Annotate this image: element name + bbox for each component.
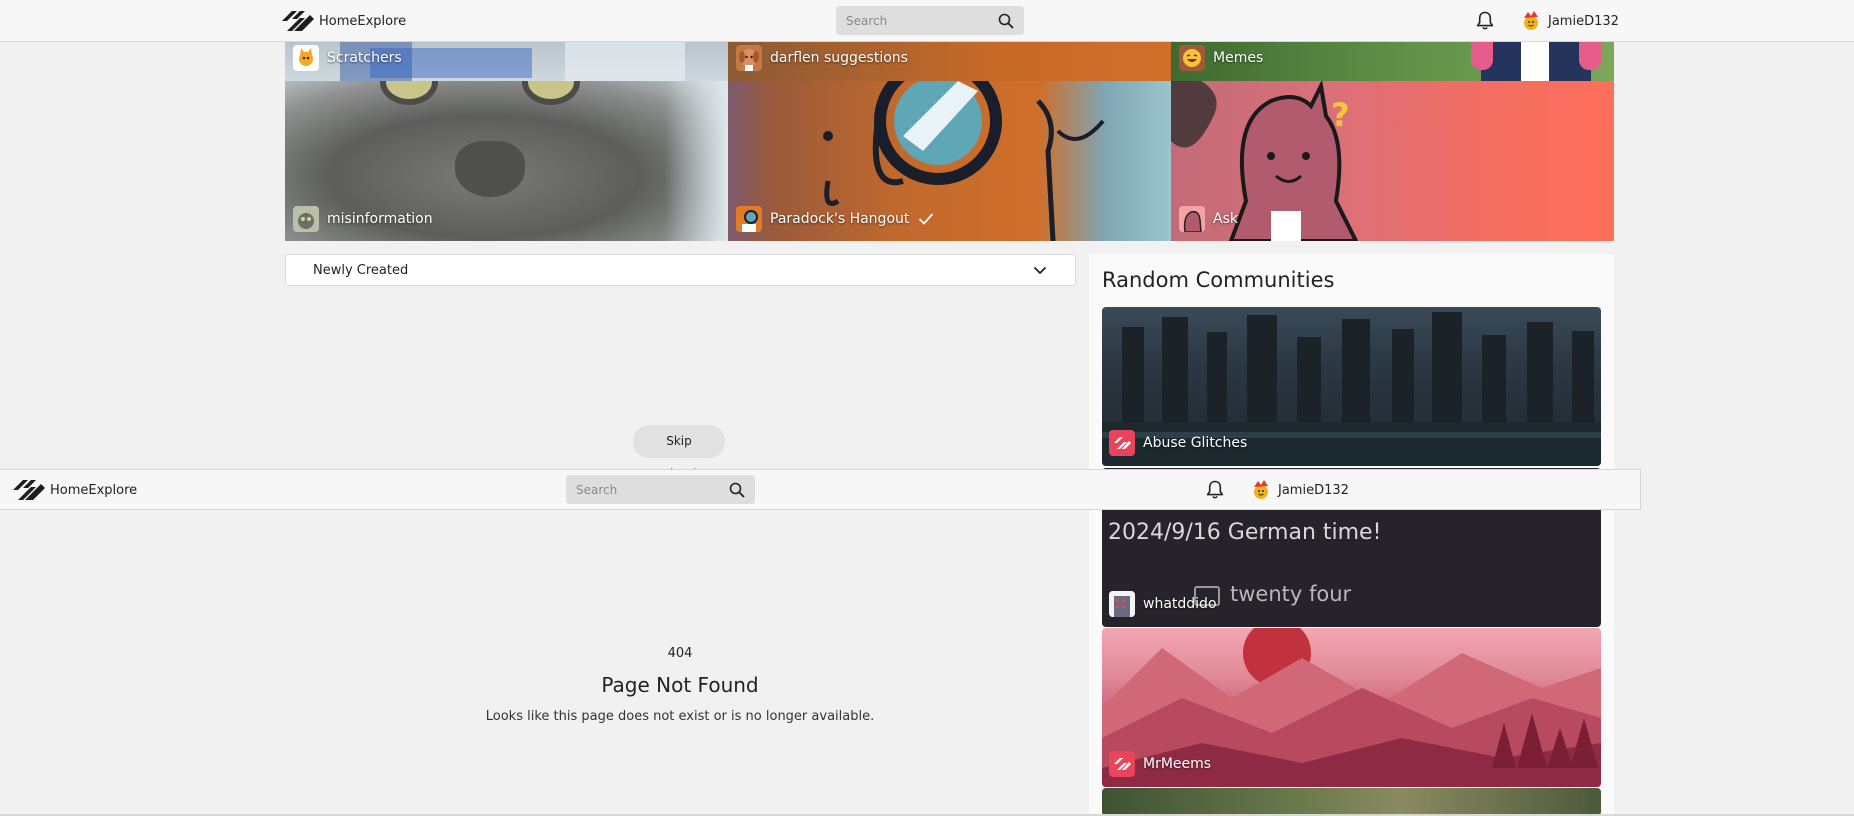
community-name: MrMeems	[1143, 756, 1212, 772]
chevron-down-icon	[1033, 266, 1047, 274]
pink-creature-icon	[1179, 206, 1205, 232]
random-communities-title: Random Communities	[1102, 268, 1335, 292]
user-menu[interactable]: JamieD132	[1250, 479, 1349, 501]
community-name: whatddido	[1143, 596, 1217, 612]
laughing-face-icon	[1179, 45, 1205, 71]
community-card-partial[interactable]	[1102, 788, 1601, 816]
error-message: Looks like this page does not exist or i…	[485, 709, 875, 724]
featured-community-scratchers[interactable]: Scratchers	[285, 42, 728, 81]
avatar	[1524, 11, 1538, 30]
user-menu[interactable]: JamieD132	[1520, 10, 1619, 32]
featured-community-misinformation[interactable]: misinformation	[285, 81, 728, 241]
darflen-logo-icon	[13, 480, 45, 500]
avatar	[1254, 480, 1268, 499]
building-avatar-icon	[1109, 591, 1135, 617]
home-explore-logo[interactable]: HomeExplore	[282, 10, 406, 32]
darflen-logo-icon	[1109, 751, 1135, 777]
brand-name: HomeExplore	[319, 13, 407, 29]
error-title: Page Not Found	[601, 673, 759, 697]
svg-text:?: ?	[1331, 96, 1350, 134]
search-icon[interactable]	[729, 482, 745, 498]
community-name: Abuse Glitches	[1143, 435, 1248, 451]
darflen-logo-icon	[1109, 430, 1135, 456]
verified-check-icon	[919, 213, 934, 225]
featured-community-ask[interactable]: ? Ask	[1171, 81, 1614, 241]
bell-icon[interactable]	[1206, 480, 1224, 500]
secondary-header: HomeExplore JamieD132	[0, 469, 1641, 510]
search-bar[interactable]	[566, 475, 755, 504]
bell-icon[interactable]	[1476, 11, 1494, 31]
paradock-avatar-icon	[736, 206, 762, 232]
banner-text-date: 2024/9/16 German time!	[1108, 520, 1382, 545]
cat-avatar-icon	[293, 206, 319, 232]
dog-avatar-icon	[736, 45, 762, 71]
community-card-abuse-glitches[interactable]: Abuse Glitches	[1102, 307, 1601, 466]
featured-community-memes[interactable]: Memes	[1171, 42, 1614, 81]
community-name: Ask	[1213, 211, 1238, 227]
search-icon[interactable]	[998, 13, 1014, 29]
home-explore-logo[interactable]: HomeExplore	[13, 479, 137, 501]
username: JamieD132	[1278, 482, 1349, 498]
featured-community-darflen-suggestions[interactable]: darflen suggestions	[728, 42, 1171, 81]
username: JamieD132	[1548, 13, 1619, 29]
search-input[interactable]	[846, 13, 976, 28]
banner-text-count: twenty four	[1230, 582, 1352, 606]
community-name: misinformation	[327, 211, 433, 227]
community-name: Memes	[1213, 50, 1264, 66]
community-name: Paradock's Hangout	[770, 211, 910, 227]
brand-name: HomeExplore	[50, 482, 138, 498]
error-code: 404	[667, 646, 693, 661]
sort-dropdown[interactable]: Newly Created	[285, 254, 1076, 286]
search-bar[interactable]	[836, 6, 1024, 35]
search-input[interactable]	[576, 482, 706, 497]
skip-navigation-button[interactable]: Skip Navigation	[633, 425, 725, 481]
community-name: darflen suggestions	[770, 50, 908, 66]
community-name: Scratchers	[327, 50, 402, 66]
sort-selected-label: Newly Created	[313, 262, 409, 278]
darflen-logo-icon	[282, 11, 314, 31]
top-header: HomeExplore JamieD132	[0, 0, 1854, 42]
scratch-cat-icon	[293, 45, 319, 71]
featured-community-paradocks-hangout[interactable]: Paradock's Hangout	[728, 81, 1171, 241]
